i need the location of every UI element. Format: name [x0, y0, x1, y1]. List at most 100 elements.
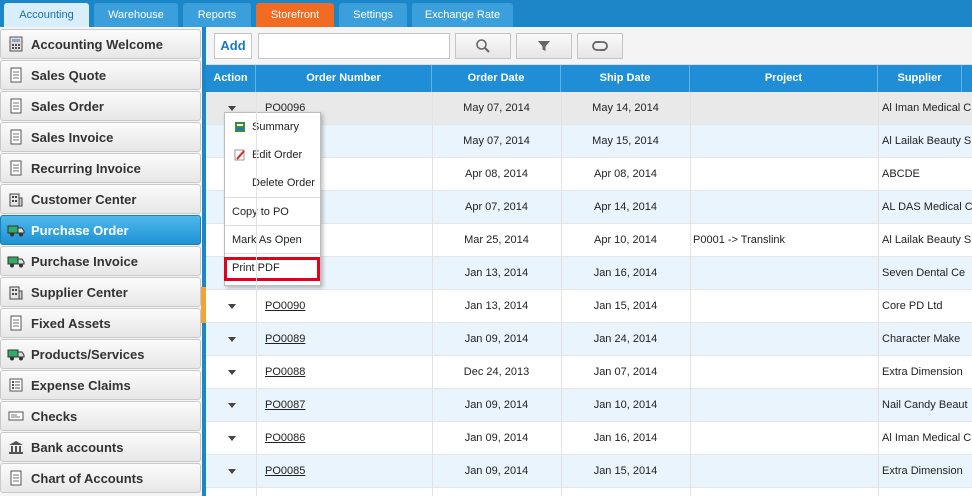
filter-button[interactable] [516, 33, 572, 59]
menu-item-edit-order[interactable]: Edit Order [225, 141, 320, 169]
menu-item-summary[interactable]: Summary [225, 113, 320, 141]
tab-accounting[interactable]: Accounting [4, 3, 89, 27]
sidebar-item-chart-of-accounts[interactable]: Chart of Accounts [0, 463, 201, 493]
tab-exchange-rate[interactable]: Exchange Rate [412, 3, 513, 27]
ship-date-cell: Jan 10, 2014 [593, 399, 658, 411]
sidebar-item-label: Sales Invoice [31, 129, 114, 145]
menu-item-mark-as-open[interactable]: Mark As Open [225, 225, 320, 253]
truck-icon [7, 221, 25, 239]
order-date-cell: Jan 13, 2014 [464, 267, 529, 279]
sidebar-item-bank-accounts[interactable]: Bank accounts [0, 432, 201, 462]
table-row[interactable]: PO0085 Jan 09, 2014 Jan 15, 2014 Extra Dime… [206, 455, 972, 488]
supplier-cell: Core PD Ltd [882, 300, 943, 312]
ship-date-cell: May 14, 2014 [592, 102, 659, 114]
sidebar-item-sales-invoice[interactable]: Sales Invoice [0, 122, 201, 152]
order-date-cell: Dec 24, 2013 [463, 366, 530, 378]
table-row[interactable]: PO0089 Jan 09, 2014 Jan 24, 2014 Character … [206, 323, 972, 356]
sidebar-item-label: Accounting Welcome [31, 36, 163, 52]
sidebar-item-checks[interactable]: Checks [0, 401, 201, 431]
project-cell [693, 290, 873, 323]
row-action-dropdown-icon[interactable] [228, 469, 236, 474]
column-header-order-number[interactable]: Order Number [256, 65, 432, 92]
sidebar-item-label: Sales Quote [31, 67, 107, 83]
project-cell [693, 125, 873, 158]
sidebar-item-label: Bank accounts [31, 439, 124, 455]
menu-item-copy-to-po[interactable]: Copy to PO [225, 197, 320, 225]
row-action-dropdown-icon[interactable] [228, 337, 236, 342]
row-action-dropdown-icon[interactable] [228, 106, 236, 111]
order-number-link[interactable]: PO0087 [265, 389, 385, 422]
ship-date-cell: Jan 16, 2014 [593, 432, 658, 444]
tab-reports[interactable]: Reports [183, 3, 251, 27]
sidebar-item-products-services[interactable]: Products/Services [0, 339, 201, 369]
tab-storefront[interactable]: Storefront [256, 3, 334, 27]
order-number-link[interactable]: PO0089 [265, 323, 385, 356]
row-action-dropdown-icon[interactable] [228, 436, 236, 441]
sidebar-item-sales-quote[interactable]: Sales Quote [0, 60, 201, 90]
order-date-cell: Jan 09, 2014 [464, 432, 529, 444]
column-header-project[interactable]: Project [690, 65, 878, 92]
supplier-cell: Nail Candy Beaut [882, 399, 968, 411]
sidebar-item-purchase-invoice[interactable]: Purchase Invoice [0, 246, 201, 276]
sidebar-item-sales-order[interactable]: Sales Order [0, 91, 201, 121]
search-icon [476, 39, 490, 53]
menu-item-delete-order[interactable]: Delete Order [225, 169, 320, 197]
order-date-cell: Mar 25, 2014 [464, 234, 529, 246]
column-header-order-date[interactable]: Order Date [432, 65, 561, 92]
table-row[interactable]: PO0090 Jan 13, 2014 Jan 15, 2014 Core PD Lt… [206, 290, 972, 323]
column-header-action[interactable]: Action [206, 65, 256, 92]
sidebar-item-label: Fixed Assets [31, 315, 111, 331]
document-icon [7, 128, 25, 146]
sidebar-item-purchase-order[interactable]: Purchase Order [0, 215, 201, 245]
project-cell [693, 323, 873, 356]
order-number-link[interactable]: PO0090 [265, 290, 385, 323]
table-row[interactable]: PO0087 Jan 09, 2014 Jan 10, 2014 Nail Candy… [206, 389, 972, 422]
search-input[interactable] [258, 33, 450, 59]
document-icon [7, 159, 25, 177]
add-button[interactable]: Add [214, 33, 252, 59]
sidebar-item-fixed-assets[interactable]: Fixed Assets [0, 308, 201, 338]
table-header: Action Order Number Order Date Ship Date… [206, 65, 972, 92]
supplier-cell: ABCDE [882, 168, 920, 180]
supplier-cell: Character Make [882, 333, 961, 345]
order-number-link[interactable]: PO0085 [265, 455, 385, 488]
sidebar: Accounting Welcome Sales Quote Sales Order… [0, 27, 202, 496]
top-tab-bar: Accounting Warehouse Reports Storefront … [0, 0, 972, 27]
project-cell [693, 389, 873, 422]
order-number-link[interactable]: PO0086 [265, 422, 385, 455]
edit-icon [234, 149, 245, 161]
document-icon [7, 314, 25, 332]
sidebar-item-label: Purchase Order [31, 222, 129, 238]
column-header-supplier[interactable]: Supplier [878, 65, 962, 92]
tab-settings[interactable]: Settings [339, 3, 407, 27]
sidebar-item-label: Sales Order [31, 98, 104, 114]
order-date-cell: Jan 09, 2014 [464, 399, 529, 411]
table-row[interactable]: PO0088 Dec 24, 2013 Jan 07, 2014 Extra Dime… [206, 356, 972, 389]
row-action-dropdown-icon[interactable] [228, 370, 236, 375]
order-number-link[interactable]: PO0088 [265, 356, 385, 389]
reset-button[interactable] [577, 33, 623, 59]
sidebar-item-accounting-welcome[interactable]: Accounting Welcome [0, 29, 201, 59]
truck-icon [7, 345, 25, 363]
filter-icon [538, 41, 550, 51]
order-date-cell: Jan 09, 2014 [464, 465, 529, 477]
sidebar-item-recurring-invoice[interactable]: Recurring Invoice [0, 153, 201, 183]
tab-warehouse[interactable]: Warehouse [94, 3, 178, 27]
table-row[interactable]: PO0086 Jan 09, 2014 Jan 16, 2014 Al Iman Me… [206, 422, 972, 455]
column-header-ship-date[interactable]: Ship Date [561, 65, 690, 92]
document-icon [7, 469, 25, 487]
row-action-dropdown-icon[interactable] [228, 304, 236, 309]
order-date-cell: Jan 13, 2014 [464, 300, 529, 312]
ship-date-cell: Jan 15, 2014 [593, 300, 658, 312]
building-icon [7, 283, 25, 301]
supplier-cell: Al Lailak Beauty S [882, 234, 972, 246]
sidebar-item-label: Expense Claims [31, 377, 131, 393]
document-icon [7, 97, 25, 115]
row-action-dropdown-icon[interactable] [228, 403, 236, 408]
supplier-cell: Seven Dental Ce [882, 267, 966, 279]
list-icon [7, 376, 25, 394]
search-button[interactable] [455, 33, 511, 59]
sidebar-item-customer-center[interactable]: Customer Center [0, 184, 201, 214]
sidebar-item-supplier-center[interactable]: Supplier Center [0, 277, 201, 307]
sidebar-item-expense-claims[interactable]: Expense Claims [0, 370, 201, 400]
